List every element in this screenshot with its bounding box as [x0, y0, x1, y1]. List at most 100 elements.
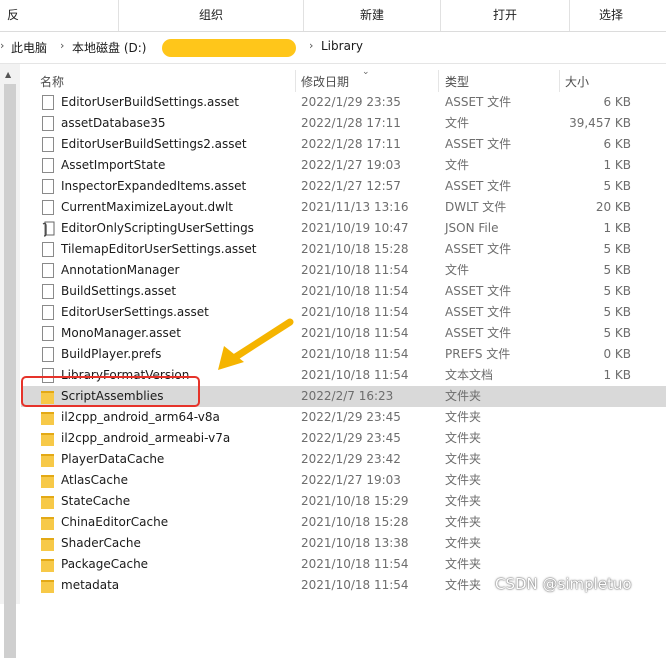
column-divider[interactable] — [438, 70, 439, 92]
scrollbar-thumb[interactable] — [4, 84, 16, 658]
breadcrumb-local-disk[interactable]: 本地磁盘 (D:) — [72, 39, 146, 56]
folder-icon — [41, 559, 54, 572]
file-name: il2cpp_android_armeabi-v7a — [61, 431, 231, 445]
breadcrumb-library[interactable]: Library — [321, 39, 363, 53]
file-date: 2021/10/18 11:54 — [301, 284, 409, 298]
file-icon — [42, 347, 54, 362]
file-date: 2021/10/18 11:54 — [301, 326, 409, 340]
file-icon — [42, 326, 54, 341]
file-type: 文件夹 — [445, 494, 482, 508]
scroll-up-icon[interactable]: ▲ — [5, 70, 11, 79]
file-type: ASSET 文件 — [445, 179, 512, 193]
column-divider[interactable] — [295, 70, 296, 92]
folder-row[interactable]: ChinaEditorCache 2021/10/18 15:28 文件夹 — [21, 512, 666, 533]
file-name: EditorOnlyScriptingUserSettings — [61, 221, 254, 235]
organize-button[interactable]: 组织 — [119, 0, 303, 31]
file-size — [561, 512, 631, 533]
file-row[interactable]: AnnotationManager 2021/10/18 11:54 文件 5 KB — [21, 260, 666, 281]
redacted-path-segment — [162, 39, 296, 57]
file-date: 2021/10/18 11:54 — [301, 368, 409, 382]
file-icon — [42, 284, 54, 299]
select-button[interactable]: 选择 — [570, 0, 652, 31]
folder-icon — [41, 412, 54, 425]
file-row[interactable]: MonoManager.asset 2021/10/18 11:54 ASSET 文… — [21, 323, 666, 344]
file-icon — [42, 242, 54, 257]
breadcrumb-this-pc[interactable]: 此电脑 — [11, 39, 47, 56]
file-row[interactable]: AssetImportState 2022/1/27 19:03 文件 1 KB — [21, 155, 666, 176]
file-type: 文件 — [445, 263, 470, 277]
folder-icon — [41, 517, 54, 530]
file-date: 2021/10/18 11:54 — [301, 578, 409, 592]
folder-icon — [41, 454, 54, 467]
file-size: 0 KB — [603, 347, 631, 361]
file-type: 文件 — [445, 116, 470, 130]
file-row[interactable]: EditorUserBuildSettings2.asset 2022/1/28 … — [21, 134, 666, 155]
file-icon — [42, 95, 54, 110]
new-button[interactable]: 新建 — [304, 0, 440, 31]
annotation-highlight-box — [21, 376, 200, 407]
file-date: 2022/1/27 12:57 — [301, 179, 401, 193]
annotation-arrow-icon — [218, 318, 294, 370]
file-size — [561, 554, 631, 575]
file-row[interactable]: EditorUserBuildSettings.asset 2022/1/29 2… — [21, 92, 666, 113]
file-size: 1 KB — [603, 221, 631, 235]
file-row[interactable]: assetDatabase35 2022/1/28 17:11 文件 39,457 K… — [21, 113, 666, 134]
file-date: 2021/10/18 13:38 — [301, 536, 409, 550]
file-size: 5 KB — [603, 263, 631, 277]
vertical-scrollbar[interactable]: ▲ — [0, 64, 20, 658]
file-row[interactable]: CurrentMaximizeLayout.dwlt 2021/11/13 13:… — [21, 197, 666, 218]
file-date: 2022/1/29 23:45 — [301, 431, 401, 445]
folder-row[interactable]: il2cpp_android_armeabi-v7a 2022/1/29 23:4… — [21, 428, 666, 449]
folder-row[interactable]: il2cpp_android_arm64-v8a 2022/1/29 23:45 文… — [21, 407, 666, 428]
file-size: 5 KB — [603, 242, 631, 256]
file-date: 2022/1/29 23:42 — [301, 452, 401, 466]
file-name: MonoManager.asset — [61, 326, 181, 340]
file-size — [561, 428, 631, 449]
folder-row[interactable]: PackageCache 2021/10/18 11:54 文件夹 — [21, 554, 666, 575]
column-divider[interactable] — [559, 70, 560, 92]
file-size: 1 KB — [603, 158, 631, 172]
file-row[interactable]: InspectorExpandedItems.asset 2022/1/27 12… — [21, 176, 666, 197]
address-bar[interactable]: › 此电脑 › 本地磁盘 (D:) › Library — [0, 32, 666, 64]
file-row[interactable]: TilemapEditorUserSettings.asset 2021/10/1… — [21, 239, 666, 260]
file-row[interactable]: BuildPlayer.prefs 2021/10/18 11:54 PREFS 文… — [21, 344, 666, 365]
file-name: BuildSettings.asset — [61, 284, 177, 298]
open-button[interactable]: 打开 — [441, 0, 569, 31]
file-size: 5 KB — [603, 179, 631, 193]
file-type: JSON File — [445, 221, 499, 235]
file-size: 5 KB — [603, 284, 631, 298]
column-size-header[interactable]: 大小 — [565, 64, 589, 93]
file-row[interactable]: BuildSettings.asset 2021/10/18 11:54 ASSET… — [21, 281, 666, 302]
file-size — [561, 491, 631, 512]
file-date: 2021/10/19 10:47 — [301, 221, 409, 235]
folder-icon — [41, 580, 54, 593]
file-date: 2021/11/13 13:16 — [301, 200, 409, 214]
column-type-header[interactable]: 类型 — [445, 64, 469, 93]
file-name: PackageCache — [61, 557, 149, 571]
file-name: il2cpp_android_arm64-v8a — [61, 410, 220, 424]
file-name: BuildPlayer.prefs — [61, 347, 162, 361]
file-type: 文件夹 — [445, 557, 482, 571]
folder-row[interactable]: ShaderCache 2021/10/18 13:38 文件夹 — [21, 533, 666, 554]
file-icon — [42, 179, 54, 194]
file-date: 2021/10/18 11:54 — [301, 557, 409, 571]
column-name-header[interactable]: 名称 — [40, 64, 64, 93]
folder-row[interactable]: AtlasCache 2022/1/27 19:03 文件夹 — [21, 470, 666, 491]
chevron-right-icon: › — [0, 39, 5, 52]
column-date-header[interactable]: 修改日期 — [301, 64, 349, 93]
file-icon — [42, 158, 54, 173]
ribbon-partial-item[interactable]: 反 — [0, 0, 26, 31]
folder-row[interactable]: PlayerDataCache 2022/1/29 23:42 文件夹 — [21, 449, 666, 470]
watermark-text: CSDN @simpletuo — [495, 575, 632, 593]
file-type: ASSET 文件 — [445, 95, 512, 109]
file-name: ChinaEditorCache — [61, 515, 169, 529]
file-date: 2021/10/18 15:29 — [301, 494, 409, 508]
file-row[interactable]: EditorOnlyScriptingUserSettings 2021/10/1… — [21, 218, 666, 239]
file-type: 文件 — [445, 158, 470, 172]
file-name: EditorUserBuildSettings2.asset — [61, 137, 247, 151]
file-name: StateCache — [61, 494, 131, 508]
folder-row[interactable]: StateCache 2021/10/18 15:29 文件夹 — [21, 491, 666, 512]
file-name: metadata — [61, 578, 120, 592]
file-row[interactable]: EditorUserSettings.asset 2021/10/18 11:54… — [21, 302, 666, 323]
file-date: 2022/1/28 17:11 — [301, 137, 401, 151]
